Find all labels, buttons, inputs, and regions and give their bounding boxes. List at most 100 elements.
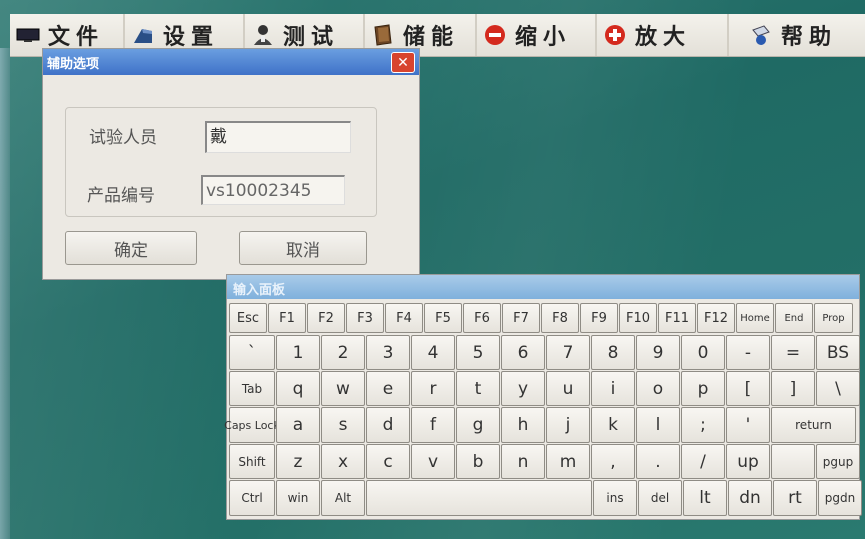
key-ins[interactable]: ins <box>593 480 637 516</box>
key-home[interactable]: Home <box>736 303 774 333</box>
key-sym-11[interactable]: - <box>726 335 770 370</box>
key-7[interactable]: 7 <box>546 335 590 370</box>
key-p[interactable]: p <box>681 371 725 406</box>
key-del[interactable]: del <box>638 480 682 516</box>
key-w[interactable]: w <box>321 371 365 406</box>
key-l[interactable]: l <box>636 407 680 443</box>
key-f[interactable]: f <box>411 407 455 443</box>
key-2[interactable]: 2 <box>321 335 365 370</box>
key-9[interactable]: 9 <box>636 335 680 370</box>
key-return[interactable]: return <box>771 407 856 443</box>
key-t[interactable]: t <box>456 371 500 406</box>
key-q[interactable]: q <box>276 371 320 406</box>
toolbar-zoom-out-button[interactable]: 缩小 <box>477 14 597 56</box>
key-f8[interactable]: F8 <box>541 303 579 333</box>
key-o[interactable]: o <box>636 371 680 406</box>
left-edge-strip <box>0 48 10 539</box>
toolbar-zoom-in-button[interactable]: 放大 <box>597 14 729 56</box>
key-f11[interactable]: F11 <box>658 303 696 333</box>
key-z[interactable]: z <box>276 444 320 479</box>
key-sym-13[interactable]: \ <box>816 371 860 406</box>
key-3[interactable]: 3 <box>366 335 410 370</box>
key-sym-11[interactable]: [ <box>726 371 770 406</box>
key-f5[interactable]: F5 <box>424 303 462 333</box>
key-pgup[interactable]: pgup <box>816 444 860 479</box>
key-k[interactable]: k <box>591 407 635 443</box>
key-m[interactable]: m <box>546 444 590 479</box>
key-f7[interactable]: F7 <box>502 303 540 333</box>
toolbar-help-button[interactable]: 帮助 <box>729 14 865 56</box>
key-f2[interactable]: F2 <box>307 303 345 333</box>
key-label: a <box>292 415 304 435</box>
key-sym-10[interactable]: ; <box>681 407 725 443</box>
key-6[interactable]: 6 <box>501 335 545 370</box>
key-lt[interactable]: lt <box>683 480 727 516</box>
key-f12[interactable]: F12 <box>697 303 735 333</box>
key-4[interactable]: 4 <box>411 335 455 370</box>
key-caps-lock[interactable]: Caps Lock <box>224 407 280 443</box>
key-0[interactable]: 0 <box>681 335 725 370</box>
key-f1[interactable]: F1 <box>268 303 306 333</box>
key-n[interactable]: n <box>501 444 545 479</box>
key-sym-11[interactable]: ' <box>726 407 770 443</box>
key-v[interactable]: v <box>411 444 455 479</box>
key-win[interactable]: win <box>276 480 320 516</box>
toolbar-storage-label: 储能 <box>403 24 460 50</box>
key-sym-9[interactable]: . <box>636 444 680 479</box>
key-b[interactable]: b <box>456 444 500 479</box>
key-dn[interactable]: dn <box>728 480 772 516</box>
key-sym-12[interactable]: = <box>771 335 815 370</box>
key-d[interactable]: d <box>366 407 410 443</box>
key-1[interactable]: 1 <box>276 335 320 370</box>
key-alt[interactable]: Alt <box>321 480 365 516</box>
key-label: b <box>472 451 484 472</box>
key-8[interactable]: 8 <box>591 335 635 370</box>
key-a[interactable]: a <box>276 407 320 443</box>
key-f3[interactable]: F3 <box>346 303 384 333</box>
key-sym-0[interactable]: ` <box>229 335 275 370</box>
dialog-title-bar[interactable]: 辅助选项 ✕ <box>43 49 419 75</box>
product-id-input[interactable]: vs10002345 <box>201 175 345 205</box>
key-label: Ctrl <box>241 491 263 505</box>
key-label: i <box>610 378 616 399</box>
key-prop[interactable]: Prop <box>814 303 853 333</box>
key-x[interactable]: x <box>321 444 365 479</box>
key-f6[interactable]: F6 <box>463 303 501 333</box>
key-u[interactable]: u <box>546 371 590 406</box>
close-button[interactable]: ✕ <box>391 52 415 73</box>
key-sym-12[interactable]: ] <box>771 371 815 406</box>
key-pgdn[interactable]: pgdn <box>818 480 862 516</box>
key-up[interactable]: up <box>726 444 770 479</box>
tester-input[interactable]: 戴 <box>205 121 351 153</box>
key-y[interactable]: y <box>501 371 545 406</box>
key-g[interactable]: g <box>456 407 500 443</box>
key-e[interactable]: e <box>366 371 410 406</box>
key-label: Caps Lock <box>224 418 280 432</box>
cancel-button[interactable]: 取消 <box>239 231 367 265</box>
key-bs[interactable]: BS <box>816 335 860 370</box>
key-f9[interactable]: F9 <box>580 303 618 333</box>
key-r[interactable]: r <box>411 371 455 406</box>
key-sym-8[interactable]: , <box>591 444 635 479</box>
key-ctrl[interactable]: Ctrl <box>229 480 275 516</box>
key-rt[interactable]: rt <box>773 480 817 516</box>
key-j[interactable]: j <box>546 407 590 443</box>
key-h[interactable]: h <box>501 407 545 443</box>
key-sym-10[interactable]: / <box>681 444 725 479</box>
key-s[interactable]: s <box>321 407 365 443</box>
key-5[interactable]: 5 <box>456 335 500 370</box>
key-esc[interactable]: Esc <box>229 303 267 333</box>
key-c[interactable]: c <box>366 444 410 479</box>
key-label: . <box>655 451 661 472</box>
key-f10[interactable]: F10 <box>619 303 657 333</box>
key-i[interactable]: i <box>591 371 635 406</box>
key-space[interactable] <box>366 480 592 516</box>
key-blank[interactable] <box>771 444 815 479</box>
key-shift[interactable]: Shift <box>229 444 275 479</box>
key-f4[interactable]: F4 <box>385 303 423 333</box>
ok-button[interactable]: 确定 <box>65 231 197 265</box>
toolbar-zoom-in-label: 放大 <box>635 24 692 50</box>
key-tab[interactable]: Tab <box>229 371 275 406</box>
keyboard-title-bar[interactable]: 输入面板 <box>227 275 859 299</box>
key-end[interactable]: End <box>775 303 813 333</box>
